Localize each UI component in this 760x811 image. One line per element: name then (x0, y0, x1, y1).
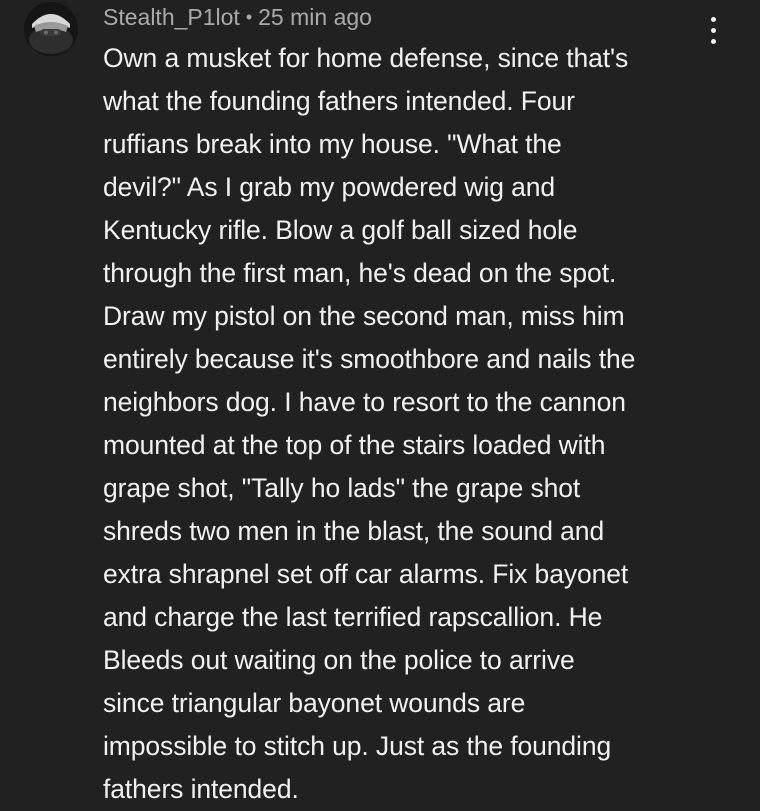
author-avatar[interactable] (24, 2, 78, 56)
comment-line: Kentucky rifle. Blow a golf ball sized h… (103, 215, 578, 245)
comment-line: devil?" As I grab my powdered wig and (103, 172, 556, 202)
comment-line: since triangular bayonet wounds are (103, 688, 526, 718)
comment-line: Own a musket for home defense, since tha… (103, 43, 629, 73)
timestamp: 25 min ago (258, 3, 372, 30)
comment-line: mounted at the top of the stairs loaded … (103, 430, 606, 460)
menu-dot (710, 16, 716, 22)
comment-line: impossible to stitch up. Just as the fou… (103, 731, 612, 761)
comment-line: extra shrapnel set off car alarms. Fix b… (103, 559, 629, 589)
comment: Stealth_P1lot • 25 min ago Own a musket … (0, 0, 760, 808)
author-name[interactable]: Stealth_P1lot (103, 4, 240, 31)
comment-line: Draw my pistol on the second man, miss h… (103, 301, 625, 331)
comment-text: Own a musket for home defense, since tha… (103, 37, 723, 811)
comment-line: entirely because it's smoothbore and nai… (103, 344, 636, 374)
comment-line: through the first man, he's dead on the … (103, 258, 617, 288)
comment-line: fathers intended. (103, 774, 299, 804)
comment-line: shreds two men in the blast, the sound a… (103, 516, 605, 546)
comment-line: neighbors dog. I have to resort to the c… (103, 387, 626, 417)
comment-line: grape shot, "Tally ho lads" the grape sh… (103, 473, 581, 503)
comment-header: Stealth_P1lot • 25 min ago (103, 2, 372, 32)
comment-line: what the founding fathers intended. Four (103, 86, 575, 116)
comment-line: and charge the last terrified rapscallio… (103, 602, 603, 632)
comment-line: ruffians break into my house. "What the (103, 129, 562, 159)
avatar-helmet-icon (24, 2, 78, 56)
menu-dot (710, 27, 716, 33)
separator-dot: • (245, 6, 253, 27)
comment-line: Bleeds out waiting on the police to arri… (103, 645, 575, 675)
